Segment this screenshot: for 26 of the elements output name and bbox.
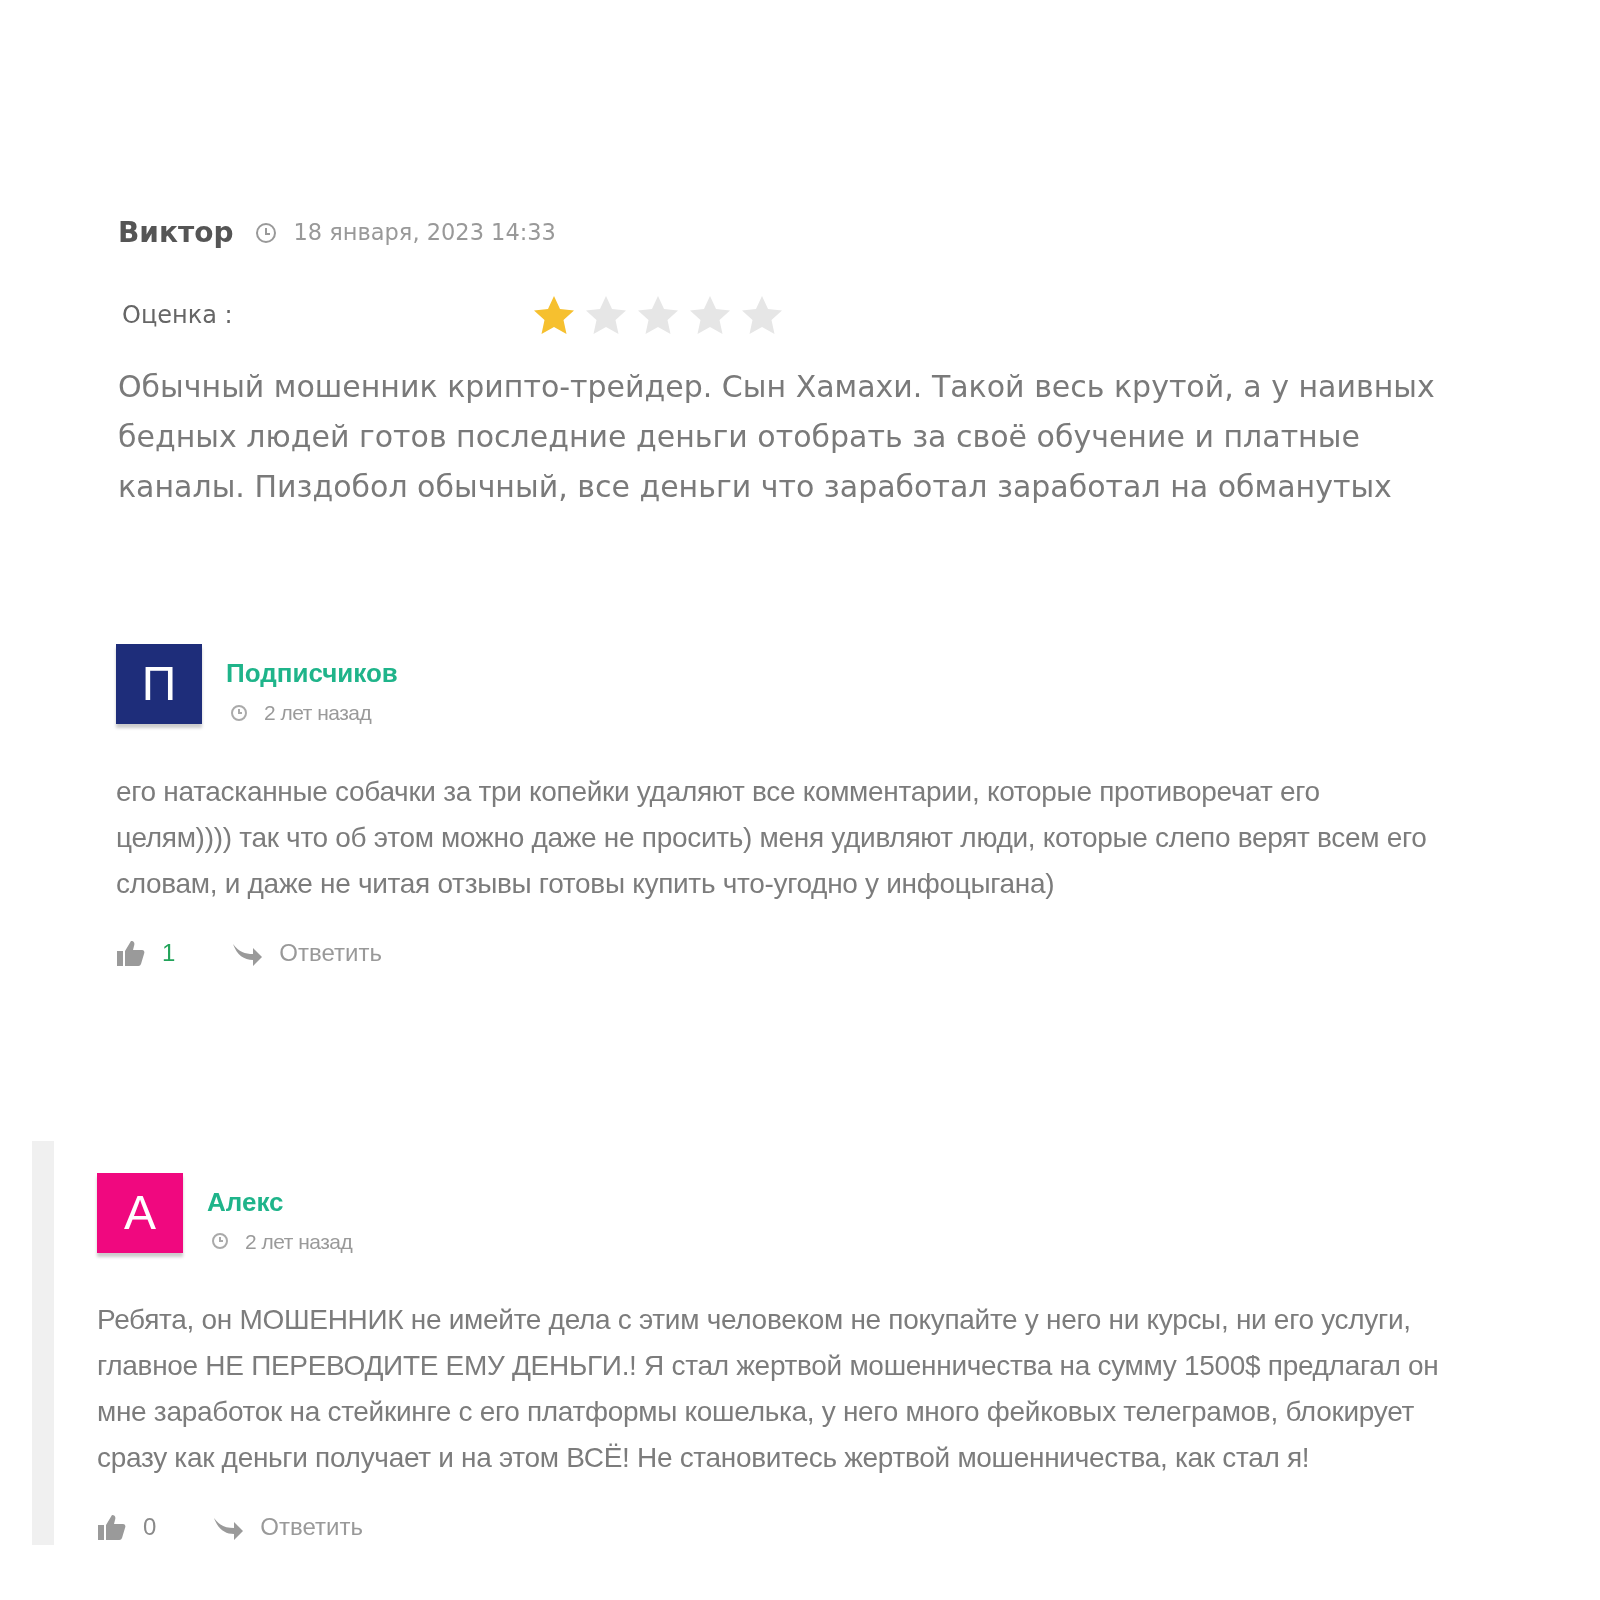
review-date: 18 января, 2023 14:33 bbox=[293, 218, 556, 248]
review-text: Обычный мошенник крипто-трейдер. Сын Хамахи. Такой весь крутой, а у наивных бедных людей готов последние деньги отобрать за своё обучение и платные каналы. Пиздобол обычный, все деньги что заработал заработал на обманутых bbox=[118, 368, 1436, 506]
like-count: 1 bbox=[162, 937, 176, 968]
reply-link[interactable]: Ответить bbox=[279, 934, 382, 971]
comment-text: его натасканные собачки за три копейки удаляют все комментарии, которые противоречат его целям)))) так что об этом можно даже не просить) меня удивляют люди, которые слепо верят всем его словам, и даже не читая отзывы готовы купить что-угодно у инфоцыгана) bbox=[116, 774, 1427, 901]
commenter-name: Алекс bbox=[207, 1185, 285, 1219]
like-count: 0 bbox=[143, 1512, 157, 1542]
comment-text: Ребята, он МОШЕННИК не имейте дела с этим человеком не покупайте у него ни курсы, ни его услуги, главное НЕ ПЕРЕВОДИТЕ ЕМУ ДЕНЬГИ.! Я стал жертвой мошенничества на сумму 1500$ предлагал он мне заработок на стейкинге с его платформы кошелька, у него много фейковых телеграмов, блокирует сразу как деньги получает и на этом ВСЁ! Не становитесь жертвой мошенничества, как стал я! bbox=[97, 1303, 1439, 1475]
star-icon bbox=[688, 294, 732, 336]
avatar: П bbox=[116, 644, 202, 724]
thumbs-up-icon bbox=[116, 938, 146, 967]
star-icon bbox=[584, 294, 628, 336]
clock-icon bbox=[255, 222, 278, 244]
comment-time: 2 лет назад bbox=[245, 1228, 353, 1255]
commenter-name: Подписчиков bbox=[226, 657, 398, 690]
star-icon bbox=[740, 294, 784, 336]
rating-label: Оценка : bbox=[121, 300, 234, 331]
reply-link[interactable]: Ответить bbox=[260, 1509, 363, 1545]
star-icon bbox=[636, 294, 680, 336]
clock-icon bbox=[230, 703, 248, 722]
comment-time: 2 лет назад bbox=[264, 700, 372, 726]
thumbs-up-icon bbox=[97, 1513, 127, 1541]
clock-icon bbox=[211, 1232, 229, 1251]
avatar: А bbox=[97, 1172, 183, 1253]
star-icon bbox=[532, 294, 576, 336]
author-name: Виктор bbox=[118, 215, 234, 251]
